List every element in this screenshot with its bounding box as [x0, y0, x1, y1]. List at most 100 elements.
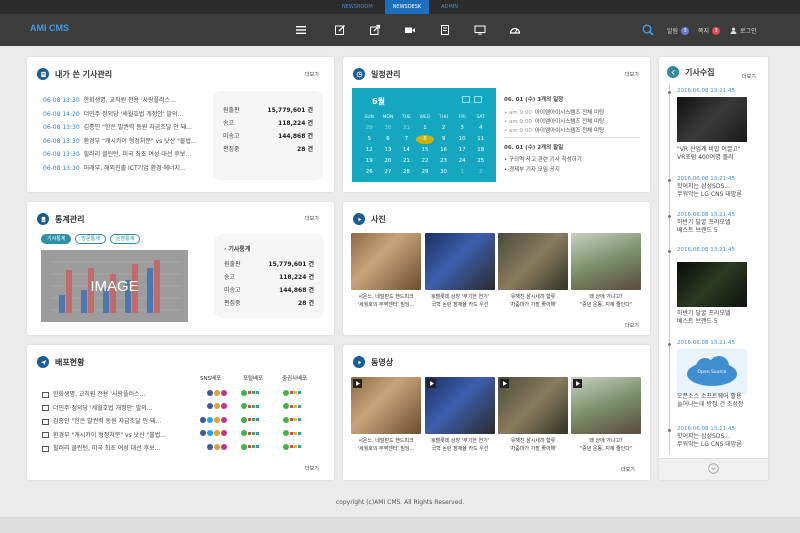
- calendar-day[interactable]: 2: [471, 168, 490, 177]
- alarm-link[interactable]: 알림 3: [667, 26, 690, 35]
- photo-caption[interactable]: 유해진 삼시세끼 합류 '차줌마가 가장 좋아해': [498, 293, 568, 309]
- list-item[interactable]: 06-08 13:30 김종인 "한은 발권력 동원 자금조달 안 돼...: [43, 121, 213, 135]
- calendar-day[interactable]: 3: [453, 124, 472, 133]
- calendar-day[interactable]: 20: [379, 157, 398, 166]
- calendar-day[interactable]: 25: [471, 157, 490, 166]
- calendar-day[interactable]: 5: [360, 135, 379, 144]
- calendar-day[interactable]: 7: [397, 135, 416, 144]
- video-caption[interactable]: 유해진 삼시세끼 합류 '차줌마가 가장 좋아해': [498, 437, 568, 453]
- sns-icon[interactable]: [214, 403, 220, 409]
- calendar-day[interactable]: 31: [397, 124, 416, 133]
- calendar-day[interactable]: 4: [471, 124, 490, 133]
- calendar-day[interactable]: 23: [434, 157, 453, 166]
- calendar-day[interactable]: 10: [453, 135, 472, 144]
- calendar-day[interactable]: 12: [360, 146, 379, 155]
- photo-thumbnail[interactable]: [498, 233, 568, 290]
- export-icon[interactable]: [367, 22, 383, 38]
- calendar-day[interactable]: 24: [453, 157, 472, 166]
- menu-icon[interactable]: [293, 22, 309, 38]
- calendar-day[interactable]: 22: [416, 157, 435, 166]
- calendar-day[interactable]: 30: [434, 168, 453, 177]
- sns-icon[interactable]: [214, 416, 220, 423]
- expand-more-icon[interactable]: [708, 463, 719, 474]
- logo[interactable]: AMI CMS: [30, 23, 69, 33]
- topnav-admin[interactable]: ADMIN: [433, 0, 466, 14]
- statistics-more-link[interactable]: 더보기: [305, 215, 319, 222]
- photo-caption[interactable]: 왜 산에 가냐고? "중년 운동, 지혜 줄인다": [571, 293, 641, 309]
- news-headline[interactable]: 오픈소스 소프트웨어 활용 늘어나는데 방정 건 조성정: [677, 393, 743, 409]
- distribution-more-link[interactable]: 더보기: [305, 465, 319, 472]
- calendar-day[interactable]: 29: [360, 124, 379, 133]
- sns-icon[interactable]: [207, 403, 213, 409]
- video-more-link[interactable]: 더보기: [621, 466, 635, 473]
- video-caption[interactable]: 호텔롯데 상장 '무기한 연기' 국혁 논란 장재율 카드 우선: [425, 437, 495, 453]
- search-icon[interactable]: [641, 23, 655, 37]
- video-play-icon[interactable]: [500, 379, 509, 388]
- calendar-day[interactable]: 29: [416, 168, 435, 177]
- calendar-day[interactable]: 2: [434, 124, 453, 133]
- login-link[interactable]: 로그인: [730, 26, 757, 35]
- sns-icon[interactable]: [207, 416, 213, 423]
- sns-icon[interactable]: [221, 416, 227, 423]
- distribution-row[interactable]: 더민주·정의당 '세월호법 개정안' 발의...: [42, 403, 152, 412]
- photo-thumbnail[interactable]: [571, 233, 641, 290]
- calendar-day[interactable]: 30: [379, 124, 398, 133]
- calendar-day[interactable]: 15: [416, 146, 435, 155]
- photo-more-link[interactable]: 더보기: [625, 322, 639, 329]
- sns-icon[interactable]: [207, 430, 213, 436]
- monitor-icon[interactable]: [472, 22, 488, 38]
- calendar-prev-icon[interactable]: [462, 96, 470, 103]
- sns-icon[interactable]: [221, 403, 227, 409]
- sns-icon[interactable]: [221, 389, 227, 396]
- list-item[interactable]: 06-08 14:20 더민주·정의당 '세월호법 개정안' 발의...: [43, 108, 213, 122]
- video-play-icon[interactable]: [353, 379, 362, 388]
- sns-icon[interactable]: [200, 416, 206, 423]
- list-item[interactable]: 06-08 13:30 힐러리 클린턴, 미국 최초 여성 대선 후보...: [43, 148, 213, 162]
- video-play-icon[interactable]: [573, 379, 582, 388]
- tab-article-stats[interactable]: 기사통계: [41, 234, 72, 244]
- calendar-day[interactable]: 8: [415, 135, 435, 144]
- sns-icon[interactable]: [207, 443, 213, 450]
- distribution-row[interactable]: 환경부 "캐시카이 형정처분" vs 낫산 "불법...: [42, 430, 166, 439]
- calendar-day[interactable]: 1: [416, 124, 435, 133]
- news-thumbnail[interactable]: [677, 97, 747, 142]
- topnav-newsroom[interactable]: NEWSROOM: [334, 0, 381, 14]
- news-thumbnail[interactable]: Open Source: [677, 349, 747, 394]
- calendar-day[interactable]: 28: [397, 168, 416, 177]
- news-thumbnail[interactable]: [677, 262, 747, 307]
- sns-icon[interactable]: [221, 443, 227, 450]
- calendar-day[interactable]: 16: [434, 146, 453, 155]
- edit-icon[interactable]: [332, 22, 348, 38]
- schedule-item[interactable]: • am 9:00 아이엠아이시스템즈 전체 미팅: [504, 108, 604, 116]
- video-play-icon[interactable]: [427, 379, 436, 388]
- todo-item[interactable]: • 경제부 기자 모임 공지: [504, 165, 560, 173]
- photo-caption[interactable]: 호텔롯데 상장 '무기한 연기' 국혁 논란 장재율 카드 우선: [425, 293, 495, 309]
- calendar-day[interactable]: 14: [397, 146, 416, 155]
- video-caption[interactable]: 시온느, 네덜란드 핸드피크 '세월호의 무역센터' 빌딩...: [351, 437, 421, 453]
- sns-icon[interactable]: [214, 430, 220, 436]
- my-articles-more-link[interactable]: 더보기: [305, 71, 319, 78]
- calendar-day[interactable]: 6: [379, 135, 398, 144]
- sns-icon[interactable]: [214, 389, 220, 396]
- schedule-more-link[interactable]: 더보기: [625, 71, 639, 78]
- news-headline[interactable]: "VR 산업계 비밥 이끌고" VR포럼 400여명 몰려: [677, 146, 741, 162]
- photo-thumbnail[interactable]: [351, 233, 421, 290]
- calendar-day[interactable]: 27: [379, 168, 398, 177]
- list-item[interactable]: 06-08 13:30 미래부, 해외진출 ICT기업 환경·에너지...: [43, 162, 213, 176]
- calendar-day[interactable]: 9: [434, 135, 453, 144]
- calendar-day[interactable]: 13: [379, 146, 398, 155]
- sns-icon[interactable]: [207, 389, 213, 396]
- news-item[interactable]: 2016.06.08 13:21:45: [677, 339, 735, 347]
- news-item[interactable]: 2016.06.08 13:21:45 핫어지는 삼성SDS... 무워악는 LG …: [677, 425, 742, 449]
- calendar-day[interactable]: 11: [471, 135, 490, 144]
- video-icon[interactable]: [402, 22, 418, 38]
- sns-icon[interactable]: [221, 430, 227, 436]
- dashboard-icon[interactable]: [507, 22, 523, 38]
- sns-icon[interactable]: [200, 430, 206, 436]
- tab-operation-stats[interactable]: 운영통계: [109, 234, 141, 244]
- calendar-day[interactable]: 26: [360, 168, 379, 177]
- document-icon[interactable]: [437, 22, 453, 38]
- schedule-item[interactable]: • am 9:00 아이엠아이시스템즈 전체 미팅: [504, 117, 604, 125]
- calendar-next-icon[interactable]: [474, 96, 482, 103]
- sns-icon[interactable]: [214, 443, 220, 450]
